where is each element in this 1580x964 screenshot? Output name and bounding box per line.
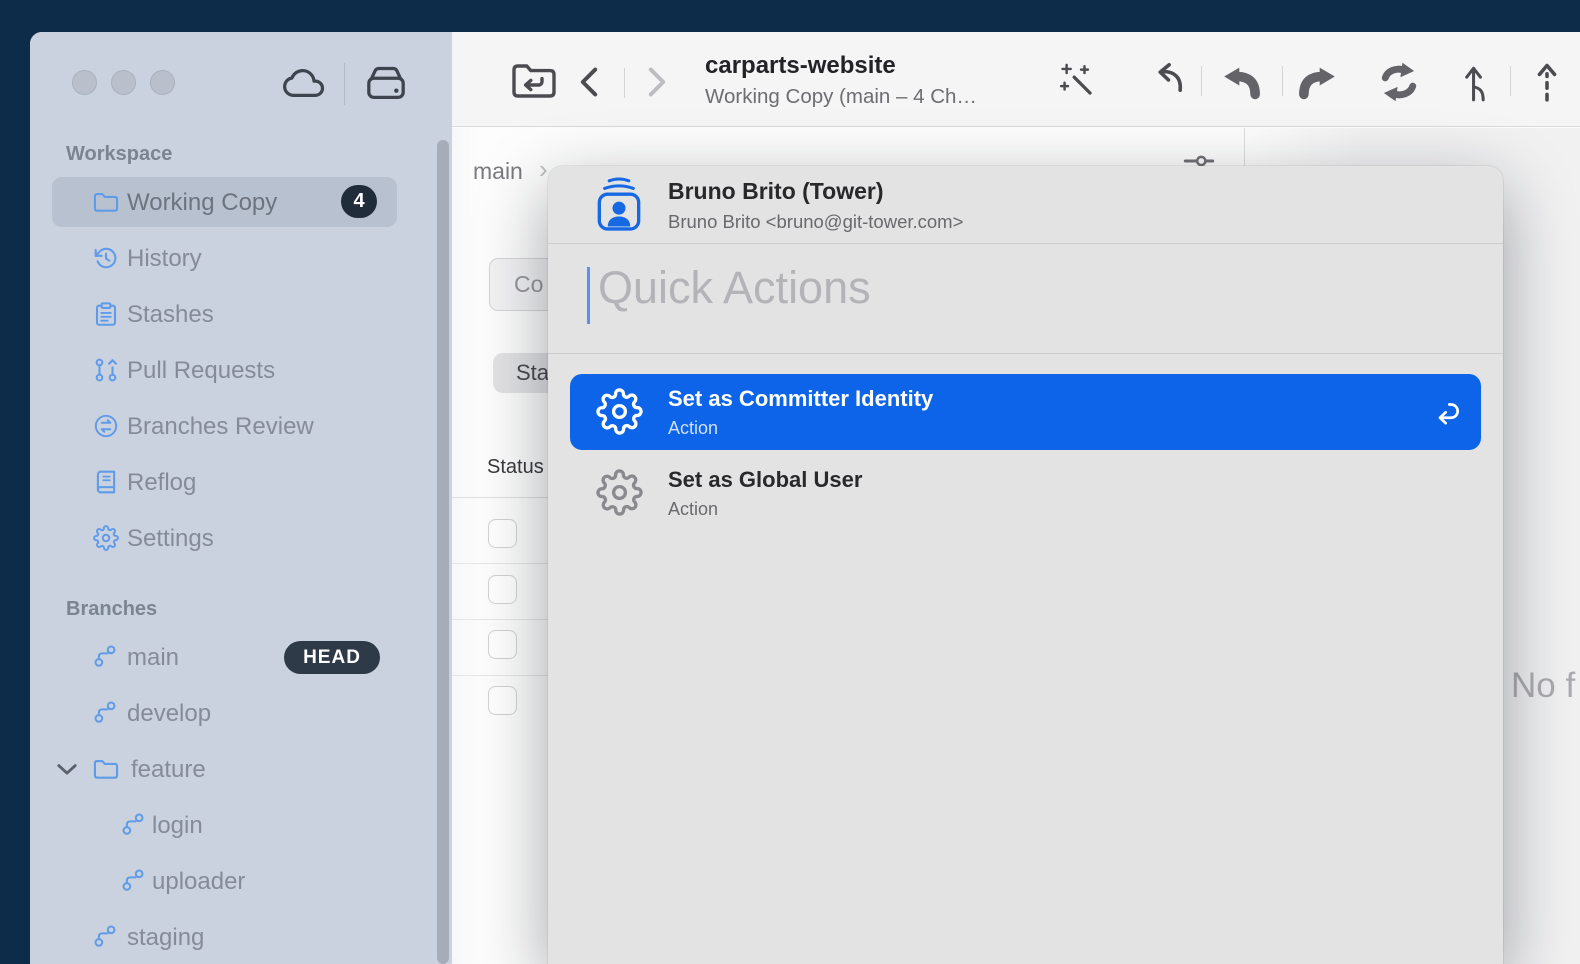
- wand-icon[interactable]: [1057, 60, 1101, 104]
- drive-icon[interactable]: [363, 62, 409, 104]
- branches-review-icon: [93, 413, 119, 439]
- forward-icon[interactable]: [644, 66, 670, 98]
- clipboard-icon: [93, 301, 119, 327]
- file-row-checkbox[interactable]: [488, 575, 517, 604]
- repo-title: carparts-website: [705, 52, 896, 80]
- push-icon[interactable]: [1297, 60, 1341, 104]
- sidebar-item-settings[interactable]: Settings: [30, 511, 452, 567]
- return-icon: [1433, 398, 1461, 426]
- sidebar-item-working-copy[interactable]: Working Copy 4: [30, 175, 452, 231]
- tower-window: Workspace Working Copy 4 History: [30, 32, 1580, 964]
- sidebar-branch-develop[interactable]: develop: [30, 686, 452, 742]
- sidebar-branch-main[interactable]: main HEAD: [30, 630, 452, 686]
- action-row-set-global-user[interactable]: Set as Global User Action: [570, 455, 1481, 531]
- undo-icon[interactable]: [1143, 60, 1187, 104]
- quick-actions-panel: Bruno Brito (Tower) Bruno Brito <bruno@g…: [548, 166, 1503, 964]
- sidebar-branch-folder-feature[interactable]: feature: [30, 742, 452, 798]
- sidebar-branch-login[interactable]: login: [30, 798, 452, 854]
- sidebar-top-divider: [344, 63, 345, 105]
- pull-request-icon: [93, 357, 119, 383]
- desktop: Workspace Working Copy 4 History: [0, 0, 1580, 964]
- file-row-checkbox[interactable]: [488, 519, 517, 548]
- sidebar-item-reflog[interactable]: Reflog: [30, 455, 452, 511]
- branches-section-label: Branches: [66, 598, 157, 621]
- breadcrumb-branch[interactable]: main: [473, 158, 523, 185]
- gear-icon: [596, 469, 643, 516]
- branch-icon: [93, 700, 117, 724]
- contact-card-icon: [593, 176, 645, 232]
- cloud-icon[interactable]: [280, 64, 326, 102]
- chevron-down-icon[interactable]: [56, 762, 78, 776]
- pull-icon[interactable]: [1218, 60, 1262, 104]
- toolbar-divider: [1201, 66, 1202, 96]
- folder-icon: [93, 756, 119, 782]
- identity-title: Bruno Brito (Tower): [668, 178, 884, 205]
- quick-actions-input[interactable]: Quick Actions: [598, 262, 871, 314]
- toolbar: carparts-website Working Copy (main – 4 …: [452, 32, 1580, 127]
- traffic-light-close[interactable]: [72, 70, 97, 95]
- sidebar-item-pull-requests[interactable]: Pull Requests: [30, 343, 452, 399]
- identity-email: Bruno Brito <bruno@git-tower.com>: [668, 211, 963, 233]
- branch-icon: [121, 868, 145, 892]
- repo-subtitle: Working Copy (main – 4 Ch…: [705, 85, 977, 109]
- merge-icon[interactable]: [1455, 60, 1499, 104]
- branch-icon: [93, 644, 117, 668]
- open-repositories-icon[interactable]: [510, 60, 558, 102]
- text-caret: [587, 267, 590, 324]
- rebase-icon[interactable]: [1525, 60, 1569, 104]
- workspace-section-label: Workspace: [66, 143, 172, 166]
- sidebar-branch-uploader[interactable]: uploader: [30, 854, 452, 910]
- head-badge: HEAD: [284, 641, 380, 674]
- traffic-light-minimize[interactable]: [111, 70, 136, 95]
- branch-icon: [121, 812, 145, 836]
- overlay-divider: [548, 243, 1503, 244]
- gear-icon: [596, 388, 643, 435]
- sidebar-item-history[interactable]: History: [30, 231, 452, 287]
- overlay-divider: [548, 353, 1503, 354]
- status-column-header: Status: [487, 456, 544, 479]
- nav-divider: [624, 68, 625, 98]
- file-row-checkbox[interactable]: [488, 686, 517, 715]
- sidebar: Workspace Working Copy 4 History: [30, 32, 452, 964]
- toolbar-divider: [1282, 66, 1283, 96]
- book-icon: [93, 469, 119, 495]
- gear-icon: [93, 525, 119, 551]
- file-row-checkbox[interactable]: [488, 630, 517, 659]
- changes-count-badge: 4: [341, 185, 377, 218]
- sidebar-branch-staging[interactable]: staging: [30, 910, 452, 964]
- action-row-set-committer-identity[interactable]: Set as Committer Identity Action: [570, 374, 1481, 450]
- folder-icon: [93, 189, 119, 215]
- back-icon[interactable]: [576, 66, 602, 98]
- breadcrumb-separator-icon: ›: [539, 154, 548, 185]
- sidebar-scrollbar[interactable]: [437, 140, 449, 964]
- history-icon: [93, 245, 119, 271]
- sidebar-item-stashes[interactable]: Stashes: [30, 287, 452, 343]
- sync-icon[interactable]: [1377, 60, 1421, 104]
- toolbar-divider: [1510, 66, 1511, 96]
- empty-state-text: No f: [1511, 666, 1575, 706]
- traffic-light-zoom[interactable]: [150, 70, 175, 95]
- sidebar-item-branches-review[interactable]: Branches Review: [30, 399, 452, 455]
- branch-icon: [93, 924, 117, 948]
